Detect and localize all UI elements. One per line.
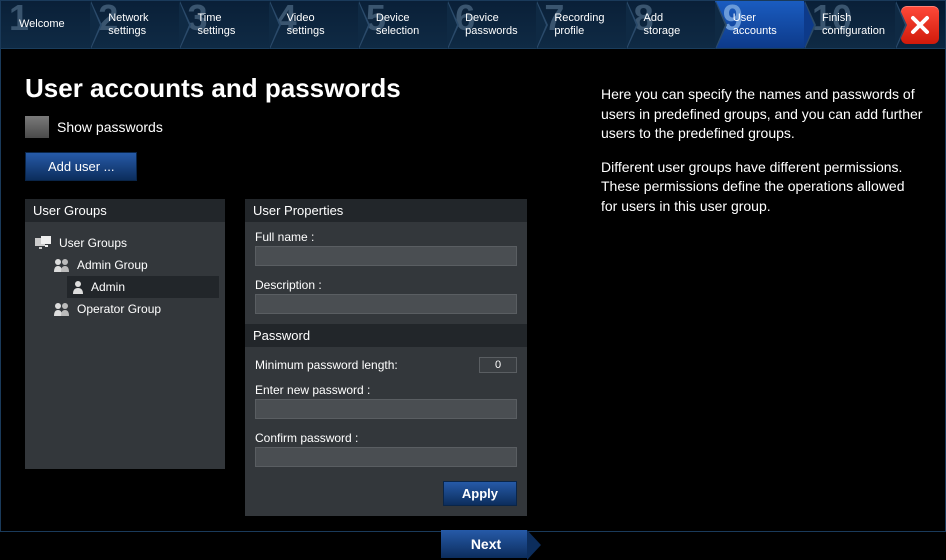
user-properties-panel: User Properties Full name : Description … (245, 199, 527, 516)
min-password-length-label: Minimum password length: (255, 358, 398, 372)
help-paragraph: Here you can specify the names and passw… (601, 85, 923, 144)
show-passwords-label: Show passwords (57, 119, 163, 135)
description-label: Description : (245, 270, 527, 294)
min-password-length-value: 0 (479, 357, 517, 373)
users-icon (53, 302, 71, 316)
step-label: Recording profile (554, 12, 615, 37)
wizard-steps: 1Welcome 2Network settings 3Time setting… (1, 1, 945, 49)
fullname-label: Full name : (245, 222, 527, 246)
help-paragraph: Different user groups have different per… (601, 158, 923, 217)
step-label: Device selection (376, 12, 437, 37)
enter-password-label: Enter new password : (245, 375, 527, 399)
step-label: Video settings (287, 12, 348, 37)
confirm-password-label: Confirm password : (245, 423, 527, 447)
step-label: Welcome (19, 18, 80, 31)
step-label: User accounts (733, 12, 794, 37)
add-user-button[interactable]: Add user ... (25, 152, 137, 181)
show-passwords-checkbox[interactable] (25, 116, 49, 138)
users-icon (53, 258, 71, 272)
screens-icon (35, 236, 53, 250)
tree-group-admin[interactable]: Admin Group (49, 254, 219, 276)
fullname-input[interactable] (255, 246, 517, 266)
step-add-storage[interactable]: 8Add storage (626, 1, 715, 48)
apply-button[interactable]: Apply (443, 481, 517, 506)
next-button[interactable]: Next (441, 530, 527, 558)
step-device-selection[interactable]: 5Device selection (358, 1, 447, 48)
enter-password-input[interactable] (255, 399, 517, 419)
user-icon (71, 280, 85, 294)
user-groups-tree: User Groups Admin Group Admin (25, 222, 225, 330)
tree-user-admin[interactable]: Admin (67, 276, 219, 298)
step-label: Device passwords (465, 12, 526, 37)
password-header: Password (245, 324, 527, 347)
tree-group-operator[interactable]: Operator Group (49, 298, 219, 320)
step-network-settings[interactable]: 2Network settings (90, 1, 179, 48)
page-title: User accounts and passwords (25, 73, 545, 104)
step-time-settings[interactable]: 3Time settings (179, 1, 268, 48)
tree-root[interactable]: User Groups (31, 232, 219, 254)
step-recording-profile[interactable]: 7Recording profile (536, 1, 625, 48)
close-icon (909, 14, 931, 36)
user-properties-header: User Properties (245, 199, 527, 222)
step-label: Network settings (108, 12, 169, 37)
user-groups-header: User Groups (25, 199, 225, 222)
step-user-accounts[interactable]: 9User accounts (715, 1, 804, 48)
help-panel: Here you can specify the names and passw… (561, 49, 945, 531)
user-groups-panel: User Groups User Groups Admin Group (25, 199, 225, 469)
step-label: Add storage (644, 12, 705, 37)
step-label: Finish configuration (822, 12, 885, 37)
step-welcome[interactable]: 1Welcome (1, 1, 90, 48)
step-video-settings[interactable]: 4Video settings (269, 1, 358, 48)
step-device-passwords[interactable]: 6Device passwords (447, 1, 536, 48)
step-finish-configuration[interactable]: 10Finish configuration (804, 1, 895, 48)
description-input[interactable] (255, 294, 517, 314)
confirm-password-input[interactable] (255, 447, 517, 467)
step-label: Time settings (197, 12, 258, 37)
